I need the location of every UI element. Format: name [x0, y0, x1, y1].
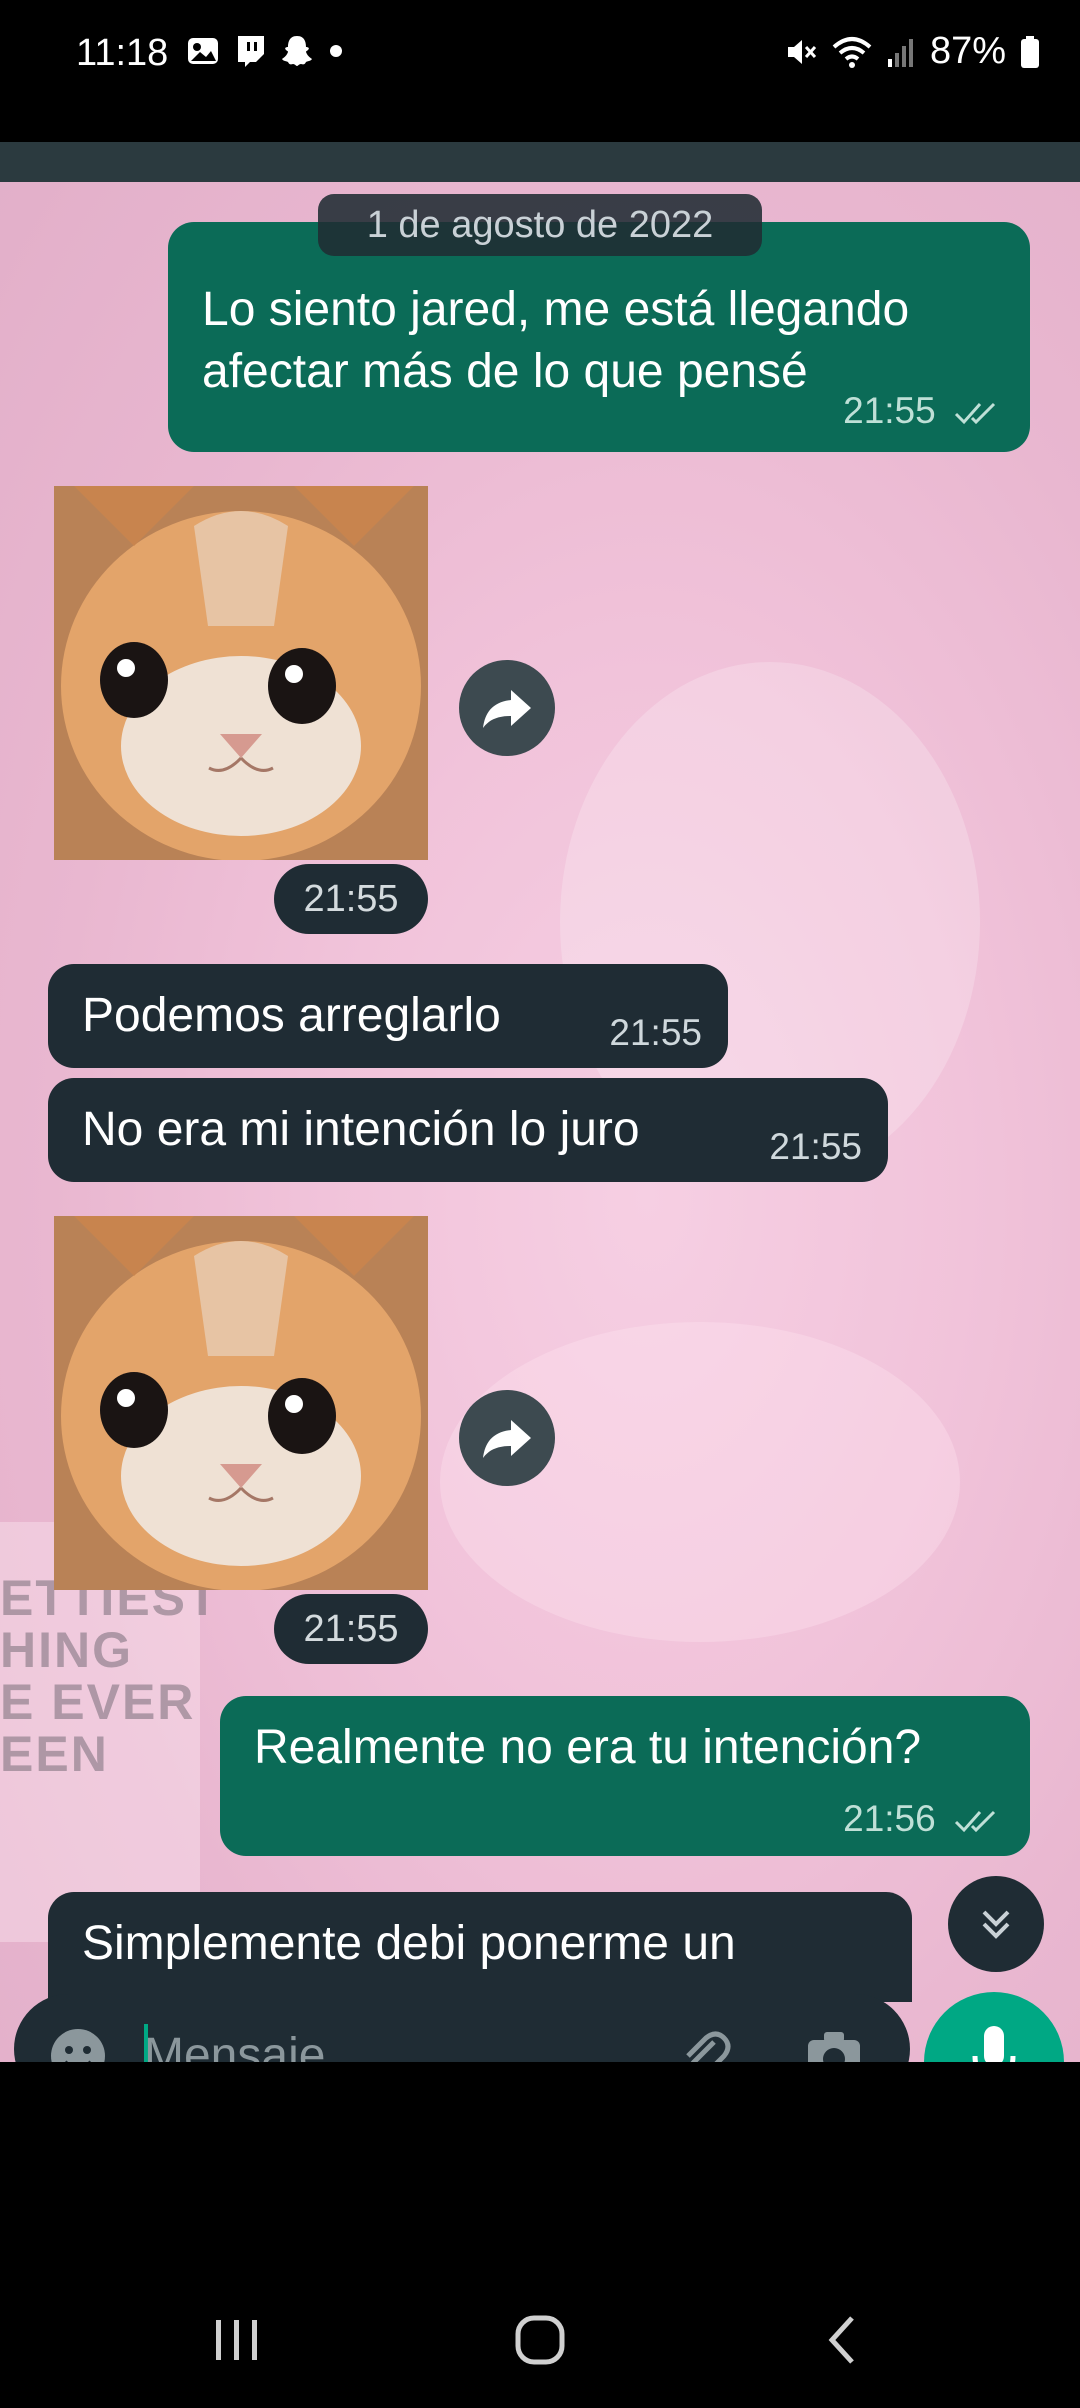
snapchat-icon	[282, 36, 312, 66]
image-message[interactable]	[54, 1216, 428, 1590]
message-text: Simplemente debi ponerme un	[82, 1917, 736, 1970]
forward-icon	[483, 1420, 531, 1458]
incoming-message[interactable]: No era mi intención lo juro 21:55	[48, 1078, 888, 1182]
mic-icon	[972, 2026, 1016, 2062]
camera-icon[interactable]	[804, 2024, 864, 2062]
message-time: 21:55	[843, 390, 936, 431]
message-text: Realmente no era tu intención?	[254, 1721, 922, 1774]
forward-button[interactable]	[459, 1390, 555, 1486]
outgoing-message[interactable]: Realmente no era tu intención? 21:56	[220, 1696, 1030, 1856]
read-receipt-icon	[954, 403, 996, 425]
status-time: 11:18	[76, 32, 169, 74]
home-button[interactable]	[514, 2314, 566, 2366]
message-text: afectar más de lo que pensé	[202, 345, 808, 398]
kitten-image	[54, 486, 428, 860]
wallpaper-text: ETTIEST HING E EVER EEN	[0, 1570, 220, 1782]
voice-record-button[interactable]	[924, 1992, 1064, 2062]
forward-icon	[483, 690, 531, 728]
back-button[interactable]	[822, 2314, 862, 2366]
message-time: 21:55	[609, 1012, 702, 1053]
message-text: Podemos arreglarlo	[82, 989, 501, 1042]
message-text: No era mi intención lo juro	[82, 1103, 640, 1156]
dot-icon	[330, 45, 342, 57]
image-time-chip: 21:55	[274, 864, 428, 934]
outgoing-message[interactable]: Lo siento jared, me está llegando afecta…	[168, 222, 1030, 452]
twitch-icon	[238, 36, 264, 67]
kitten-image	[54, 1216, 428, 1590]
incoming-message[interactable]: Simplemente debi ponerme un	[48, 1892, 912, 2002]
navigation-bar	[0, 2062, 1080, 2408]
signal-icon	[887, 38, 913, 67]
image-message[interactable]	[54, 486, 428, 860]
attach-icon[interactable]	[674, 2024, 734, 2062]
battery-icon	[1021, 35, 1039, 68]
chat-header-edge	[0, 142, 1080, 182]
message-time: 21:55	[769, 1126, 862, 1167]
scroll-to-bottom-button[interactable]	[948, 1876, 1044, 1972]
incoming-message[interactable]: Podemos arreglarlo 21:55	[48, 964, 728, 1068]
date-chip: 1 de agosto de 2022	[318, 194, 762, 256]
image-time-chip: 21:55	[274, 1594, 428, 1664]
mute-icon	[787, 39, 817, 64]
read-receipt-icon	[954, 1811, 996, 1833]
battery-percent: 87%	[929, 30, 1006, 72]
message-text: Lo siento jared, me está llegando	[202, 283, 910, 336]
chat-area[interactable]: ETTIEST HING E EVER EEN 1 de agosto de 2…	[0, 142, 1080, 2062]
wifi-icon	[832, 36, 872, 68]
forward-button[interactable]	[459, 660, 555, 756]
emoji-icon[interactable]	[48, 2026, 108, 2062]
recents-button[interactable]	[212, 2318, 262, 2362]
message-composer[interactable]: Mensaje	[14, 1994, 910, 2062]
gallery-icon	[188, 38, 218, 64]
message-time: 21:56	[843, 1798, 936, 1839]
message-input[interactable]: Mensaje	[144, 2028, 325, 2062]
status-bar: 11:18 87%	[0, 0, 1080, 110]
double-chevron-down-icon	[982, 1910, 1010, 1939]
